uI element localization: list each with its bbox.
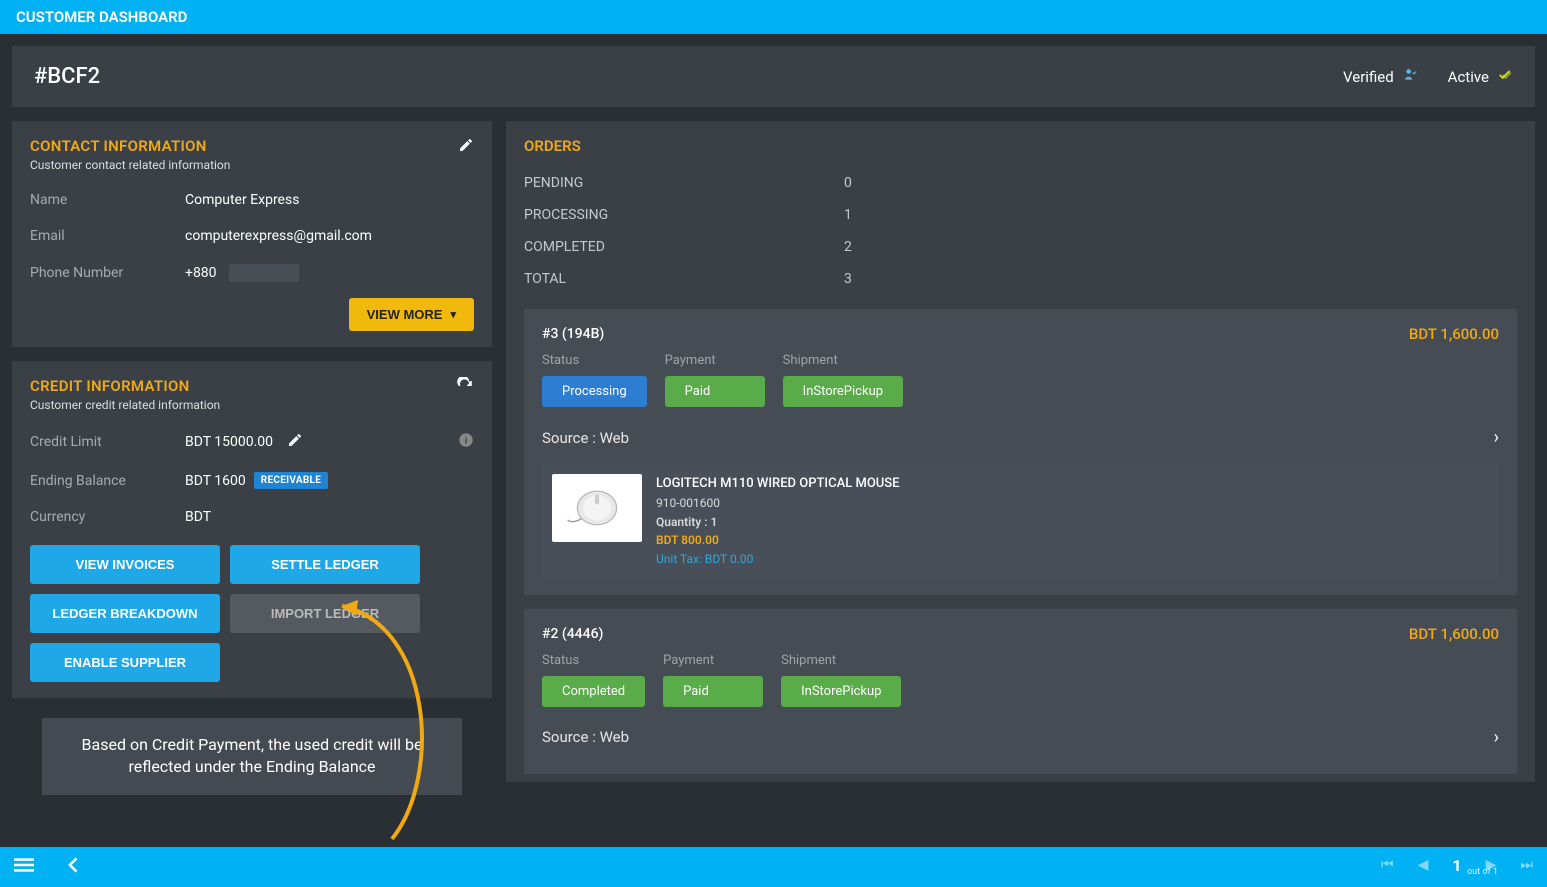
order-amount: BDT 1,600.00: [1409, 325, 1499, 343]
svg-text:i: i: [465, 435, 467, 446]
top-bar: CUSTOMER DASHBOARD: [0, 0, 1547, 34]
pager-total: out of 1: [1467, 867, 1498, 877]
credit-subtitle: Customer credit related information: [30, 398, 220, 412]
pager-last-icon[interactable]: ⏭: [1520, 857, 1533, 873]
order-source: Source : Web: [542, 429, 629, 447]
settle-ledger-button[interactable]: SETTLE LEDGER: [230, 545, 420, 584]
status-pill[interactable]: Processing: [542, 376, 647, 407]
pager-first-icon[interactable]: ⏮: [1381, 857, 1394, 873]
back-icon[interactable]: [64, 855, 84, 879]
stat-completed: COMPLETED 2: [524, 231, 1517, 263]
contact-panel: CONTACT INFORMATION Customer contact rel…: [12, 121, 492, 347]
verified-status: Verified: [1343, 68, 1420, 86]
refresh-icon[interactable]: [456, 377, 474, 399]
pager-prev-icon[interactable]: ◀: [1418, 857, 1429, 873]
hint-callout: Based on Credit Payment, the used credit…: [42, 718, 462, 795]
field-currency: Currency BDT: [30, 499, 474, 535]
customer-id: #BCF2: [34, 64, 100, 89]
content: #BCF2 Verified Active CON: [0, 34, 1547, 841]
orders-title: ORDERS: [524, 137, 1517, 155]
view-more-button[interactable]: VIEW MORE ▾: [349, 298, 474, 331]
info-icon[interactable]: i: [458, 432, 474, 452]
import-ledger-button[interactable]: IMPORT LEDGER: [230, 594, 420, 633]
expand-order-icon[interactable]: ›: [1494, 427, 1499, 448]
order-id: #2 (4446): [542, 626, 603, 642]
contact-title: CONTACT INFORMATION: [30, 137, 230, 155]
edit-contact-icon[interactable]: [458, 137, 474, 157]
pager-current: 1: [1452, 856, 1461, 875]
expand-order-icon[interactable]: ›: [1494, 727, 1499, 748]
product-name: LOGITECH M110 WIRED OPTICAL MOUSE: [656, 474, 900, 494]
pager: ⏮ ◀ 1 ▶ ⏭ out of 1: [1381, 856, 1533, 879]
product-tax: Unit Tax: BDT 0.00: [656, 550, 900, 569]
receivable-badge: RECEIVABLE: [254, 472, 328, 489]
order-source: Source : Web: [542, 728, 629, 746]
product-image: [552, 474, 642, 542]
credit-panel: CREDIT INFORMATION Customer credit relat…: [12, 361, 492, 698]
order-product: LOGITECH M110 WIRED OPTICAL MOUSE 910-00…: [542, 464, 1499, 579]
active-status: Active: [1448, 68, 1513, 86]
menu-icon[interactable]: [14, 855, 34, 879]
phone-masked: [229, 264, 299, 282]
stat-total: TOTAL 3: [524, 263, 1517, 295]
payment-pill[interactable]: Paid: [665, 376, 765, 407]
edit-limit-icon[interactable]: [287, 432, 303, 452]
stat-processing: PROCESSING 1: [524, 199, 1517, 231]
page-title: CUSTOMER DASHBOARD: [16, 8, 187, 26]
order-card: #2 (4446) BDT 1,600.00 Status Completed …: [524, 609, 1517, 774]
bottom-bar: ⏮ ◀ 1 ▶ ⏭ out of 1: [0, 847, 1547, 887]
product-sku: 910-001600: [656, 494, 900, 513]
ledger-breakdown-button[interactable]: LEDGER BREAKDOWN: [30, 594, 220, 633]
verified-icon: [1402, 68, 1420, 86]
shipment-pill[interactable]: InStorePickup: [781, 676, 901, 707]
field-name: Name Computer Express: [30, 182, 474, 218]
shipment-pill[interactable]: InStorePickup: [783, 376, 903, 407]
product-qty: Quantity : 1: [656, 513, 900, 532]
product-price: BDT 800.00: [656, 531, 900, 550]
field-credit-limit: Credit Limit BDT 15000.00 i: [30, 422, 474, 462]
chevron-down-icon: ▾: [450, 308, 456, 321]
view-invoices-button[interactable]: VIEW INVOICES: [30, 545, 220, 584]
contact-subtitle: Customer contact related information: [30, 158, 230, 172]
orders-panel: ORDERS PENDING 0 PROCESSING 1 COMPLETED …: [506, 121, 1535, 782]
customer-header: #BCF2 Verified Active: [12, 46, 1535, 107]
active-icon: [1497, 68, 1513, 86]
status-badges: Verified Active: [1343, 68, 1513, 86]
status-pill[interactable]: Completed: [542, 676, 645, 707]
field-email: Email computerexpress@gmail.com: [30, 218, 474, 254]
credit-title: CREDIT INFORMATION: [30, 377, 220, 395]
order-card: #3 (194B) BDT 1,600.00 Status Processing…: [524, 309, 1517, 595]
field-phone: Phone Number +880: [30, 254, 474, 292]
field-ending-balance: Ending Balance BDT 1600 RECEIVABLE: [30, 462, 474, 499]
order-amount: BDT 1,600.00: [1409, 625, 1499, 643]
enable-supplier-button[interactable]: ENABLE SUPPLIER: [30, 643, 220, 682]
order-id: #3 (194B): [542, 326, 604, 342]
payment-pill[interactable]: Paid: [663, 676, 763, 707]
stat-pending: PENDING 0: [524, 167, 1517, 199]
